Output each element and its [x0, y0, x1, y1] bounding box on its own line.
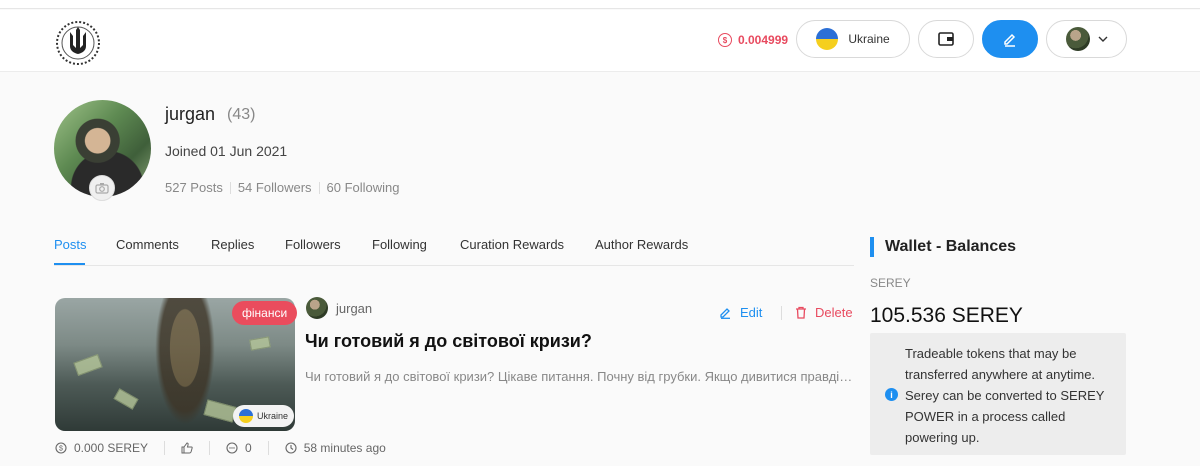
tab-followers[interactable]: Followers [285, 237, 341, 252]
thumbnail-detail [73, 353, 103, 377]
post-excerpt: Чи готовий я до світової кризи? Цікаве п… [305, 369, 855, 384]
pencil-icon [1004, 33, 1016, 47]
followers-count: 54 Followers [237, 180, 312, 195]
tab-replies[interactable]: Replies [211, 237, 254, 252]
divider [781, 306, 782, 320]
category-badge[interactable]: фінанси [232, 301, 298, 325]
user-menu[interactable] [1046, 20, 1127, 58]
wallet-title-accent [870, 237, 874, 257]
language-selector[interactable]: Ukraine [796, 20, 910, 58]
author-avatar [306, 297, 328, 319]
dollar-coin-icon: $ [718, 33, 732, 47]
delete-label: Delete [815, 305, 853, 320]
camera-icon [95, 183, 109, 194]
tab-comments[interactable]: Comments [116, 237, 179, 252]
post-meta: $ 0.000 SEREY 0 58 minutes ago [55, 441, 386, 455]
thumbnail-detail [113, 388, 139, 410]
top-strip [0, 0, 1200, 9]
pencil-icon [720, 308, 730, 319]
coin-icon: $ [55, 442, 67, 454]
post-time: 58 minutes ago [285, 441, 386, 455]
wallet-title: Wallet - Balances [885, 238, 1017, 255]
divider [209, 441, 211, 455]
ukraine-flag-icon [816, 28, 839, 50]
post-title[interactable]: Чи готовий я до світової кризи? [305, 331, 592, 352]
wallet-button[interactable] [918, 20, 974, 58]
token-price: $ 0.004999 [718, 33, 788, 47]
header: $ 0.004999 Ukraine [0, 10, 1200, 72]
write-post-button[interactable] [982, 20, 1038, 58]
divider [267, 441, 269, 455]
tab-author-rewards[interactable]: Author Rewards [595, 237, 688, 252]
post-language-badge: Ukraine [233, 405, 295, 427]
delete-button[interactable]: Delete [795, 305, 853, 320]
wallet-balance: 105.536 SEREY [870, 304, 1023, 327]
token-price-value: 0.004999 [738, 33, 789, 47]
chevron-down-icon [1098, 36, 1107, 42]
reputation-score: (43) [227, 106, 256, 123]
edit-label: Edit [740, 305, 763, 320]
trident-logo[interactable] [55, 18, 101, 68]
thumbs-up-icon [181, 442, 193, 454]
info-icon: i [885, 388, 898, 401]
post-author[interactable]: jurgan [306, 297, 372, 319]
edit-button[interactable]: Edit [719, 305, 762, 320]
user-avatar [1065, 27, 1090, 51]
active-tab-indicator [54, 263, 85, 265]
ukraine-flag-icon [239, 409, 253, 423]
upvote-button[interactable] [181, 442, 193, 454]
comment-icon [226, 442, 238, 454]
following-count: 60 Following [326, 180, 400, 195]
wallet-info-text: Tradeable tokens that may be transferred… [905, 346, 1105, 445]
profile-username: jurgan [165, 104, 216, 124]
change-avatar-button[interactable] [89, 175, 115, 201]
divider [318, 181, 320, 194]
thumbnail-detail [249, 336, 271, 351]
trash-icon [796, 306, 806, 319]
divider [164, 441, 166, 455]
wallet-icon [938, 32, 954, 46]
posts-count: 527 Posts [165, 180, 223, 195]
post-language-label: Ukraine [257, 411, 289, 421]
tab-posts[interactable]: Posts [54, 237, 87, 252]
clock-icon [285, 442, 297, 454]
joined-date: Joined 01 Jun 2021 [165, 143, 288, 159]
profile-stats: 527 Posts 54 Followers 60 Following [165, 180, 400, 195]
tab-following[interactable]: Following [372, 237, 427, 252]
profile-tabs: Posts Comments Replies Followers Followi… [54, 226, 854, 266]
comments-count[interactable]: 0 [226, 441, 252, 455]
payout-value: 0.000 SEREY [74, 441, 149, 455]
tab-curation-rewards[interactable]: Curation Rewards [460, 237, 564, 252]
wallet-info-box: i Tradeable tokens that may be transferr… [870, 333, 1126, 455]
svg-text:$: $ [59, 446, 63, 453]
language-label: Ukraine [848, 32, 890, 46]
author-name: jurgan [336, 300, 373, 316]
comments-value: 0 [245, 441, 252, 455]
wallet-token-label: SEREY [870, 276, 911, 290]
divider [229, 181, 231, 194]
payout: $ 0.000 SEREY [55, 441, 148, 455]
post-time-value: 58 minutes ago [303, 441, 386, 455]
